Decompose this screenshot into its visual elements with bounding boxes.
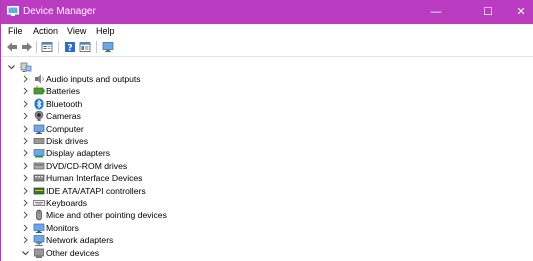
tree-item-label: DVD/CD-ROM drives — [46, 160, 128, 171]
mouse-icon — [36, 210, 42, 221]
tree-item-keyboards[interactable]: Keyboards — [21, 197, 221, 209]
window-title: Device Manager — [23, 6, 96, 17]
title-bar[interactable]: Device Manager — ☐ ✕ — [1, 0, 533, 24]
chevron-right-icon[interactable] — [21, 223, 30, 233]
tree-item-computer[interactable]: Computer — [21, 123, 221, 135]
ide-icon — [33, 187, 45, 194]
tree-item-label: Computer — [46, 123, 84, 134]
tree-item-label: Keyboards — [46, 198, 88, 208]
tree-item-label: IDE ATA/ATAPI controllers — [46, 185, 146, 196]
forward-icon[interactable] — [21, 41, 33, 53]
chevron-right-icon[interactable] — [21, 74, 30, 84]
tree-item-batteries[interactable]: Batteries — [21, 85, 221, 97]
tree-item-bluetooth[interactable]: Bluetooth — [21, 98, 221, 110]
chevron-right-icon[interactable] — [21, 111, 30, 121]
tree-item-disk-drives[interactable]: Disk drives — [21, 135, 221, 147]
device-tree: Audio inputs and outputs Batteries Bluetoo… — [1, 57, 533, 261]
tree-item-label: Cameras — [46, 111, 81, 122]
toolbar: ? — [1, 38, 533, 57]
chevron-right-icon[interactable] — [21, 186, 30, 196]
tree-item-label: Mice and other pointing devices — [46, 210, 167, 221]
computer-icon — [33, 124, 45, 134]
tree-item-dvd-cd-rom-drives[interactable]: DVD/CD-ROM drives — [21, 160, 221, 172]
speaker-icon — [35, 74, 44, 84]
tree-item-label: Network adapters — [46, 235, 114, 246]
view-icon[interactable] — [79, 41, 91, 53]
display-adapter-icon — [33, 149, 45, 158]
minimize-button[interactable]: — — [419, 0, 453, 24]
menu-file[interactable]: File — [8, 26, 23, 36]
properties-icon[interactable] — [41, 41, 53, 53]
chevron-right-icon[interactable] — [21, 173, 30, 183]
monitor-icon — [33, 223, 45, 233]
help-icon[interactable]: ? — [64, 41, 76, 53]
dvd-icon — [33, 162, 45, 170]
chevron-right-icon[interactable] — [21, 235, 30, 245]
tree-item-network-adapters[interactable]: Network adapters — [21, 234, 221, 246]
chevron-right-icon[interactable] — [21, 86, 30, 96]
tree-item-monitors[interactable]: Monitors — [21, 222, 221, 234]
tree-item-display-adapters[interactable]: Display adapters — [21, 147, 221, 159]
menu-view[interactable]: View — [67, 26, 86, 36]
svg-text:?: ? — [67, 44, 72, 54]
tree-item-label: Batteries — [46, 86, 80, 97]
close-button[interactable]: ✕ — [504, 0, 533, 24]
tree-item-label: Monitors — [46, 222, 79, 233]
device-manager-icon — [7, 6, 19, 16]
tree-item-label: Other devices — [46, 247, 100, 258]
tree-item-audio-inputs-and-outputs[interactable]: Audio inputs and outputs — [21, 73, 221, 85]
menu-help[interactable]: Help — [96, 26, 115, 36]
chevron-right-icon[interactable] — [21, 124, 30, 134]
chevron-right-icon[interactable] — [21, 148, 30, 158]
toolbar-separator — [58, 41, 59, 53]
chevron-right-icon[interactable] — [21, 136, 30, 146]
disk-icon — [33, 138, 45, 144]
maximize-button[interactable]: ☐ — [471, 0, 505, 24]
chevron-down-icon[interactable] — [21, 248, 30, 258]
menu-bar: File Action View Help — [1, 24, 533, 38]
tree-item-mice-and-other-pointing-devices[interactable]: Mice and other pointing devices — [21, 209, 221, 221]
tree-item-label: Disk drives — [46, 136, 89, 146]
other-devices-icon — [34, 248, 44, 258]
monitor-icon[interactable] — [102, 41, 114, 53]
device-manager-window: Device Manager — ☐ ✕ File Action View He… — [0, 0, 533, 261]
tree-item-human-interface-devices[interactable]: Human Interface Devices — [21, 172, 221, 184]
toolbar-separator — [96, 41, 97, 53]
computer-root-icon — [20, 62, 32, 72]
tree-item-other-devices[interactable]: Other devices — [21, 247, 221, 259]
tree-item-label: Bluetooth — [46, 98, 83, 109]
tree-item-cameras[interactable]: Cameras — [21, 110, 221, 122]
chevron-right-icon[interactable] — [21, 210, 30, 220]
tree-item-ide-ata-atapi-controllers[interactable]: IDE ATA/ATAPI controllers — [21, 185, 221, 197]
network-icon — [33, 235, 45, 246]
hid-icon — [33, 174, 45, 182]
bluetooth-icon — [34, 98, 44, 110]
tree-item-label: Human Interface Devices — [46, 173, 143, 184]
chevron-down-icon[interactable] — [7, 62, 16, 72]
chevron-right-icon[interactable] — [21, 99, 30, 109]
battery-icon — [33, 86, 45, 95]
keyboard-icon — [33, 200, 45, 206]
tree-item-label: Audio inputs and outputs — [46, 74, 141, 84]
chevron-right-icon[interactable] — [21, 161, 30, 171]
menu-action[interactable]: Action — [33, 26, 58, 36]
camera-icon — [34, 110, 44, 122]
toolbar-separator — [36, 41, 37, 53]
tree-root[interactable] — [7, 61, 67, 73]
back-icon[interactable] — [6, 41, 18, 53]
tree-item-label: Display adapters — [46, 148, 111, 159]
chevron-right-icon[interactable] — [21, 198, 30, 208]
